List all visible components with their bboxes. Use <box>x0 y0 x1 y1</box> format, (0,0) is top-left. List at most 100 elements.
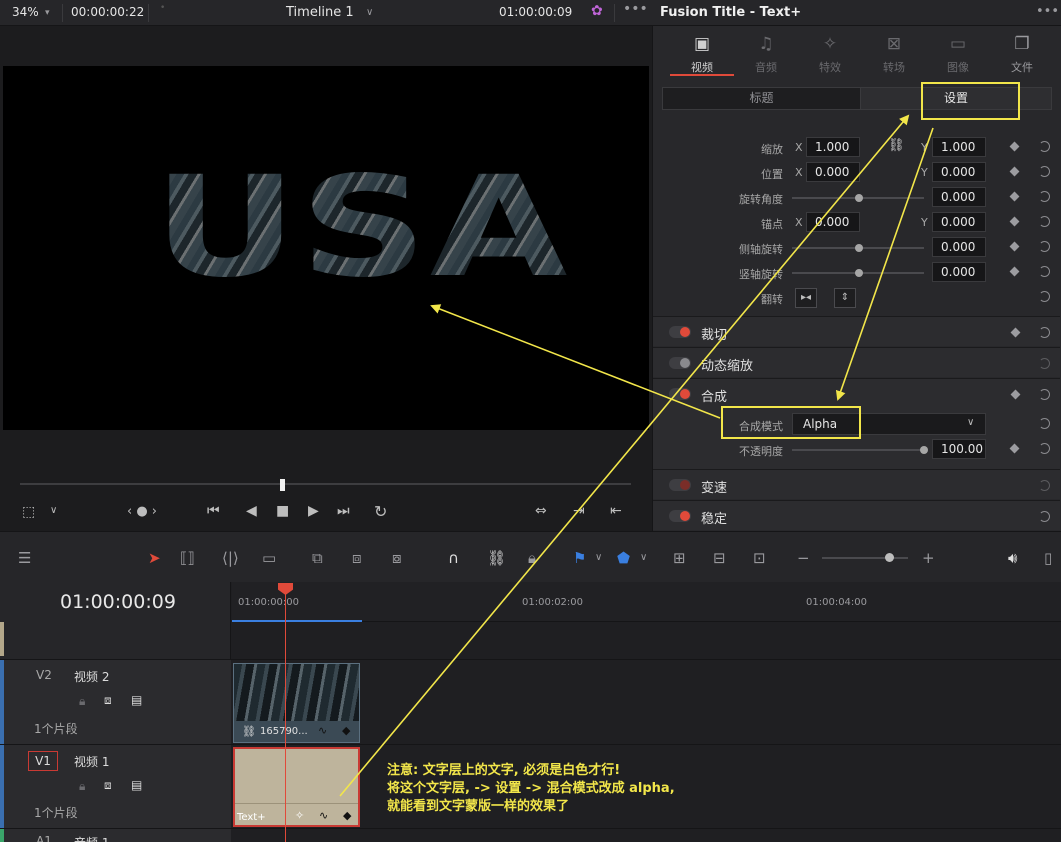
reset-icon[interactable] <box>1039 191 1050 202</box>
position-y-field[interactable]: 0.000 <box>932 162 986 182</box>
tab-effects[interactable]: 特效 <box>805 59 855 75</box>
zoom-in-icon[interactable]: + <box>922 549 935 567</box>
video-preview[interactable]: USA <box>3 66 649 430</box>
zoom-out-icon[interactable]: − <box>797 549 810 567</box>
replace-clip-icon[interactable]: ⧇ <box>392 549 402 567</box>
track-id[interactable]: V2 <box>36 668 52 682</box>
composite-toggle[interactable] <box>669 388 691 400</box>
yaw-slider-handle[interactable] <box>855 269 863 277</box>
next-edit-icon[interactable]: ⇥ <box>573 503 585 519</box>
skip-to-start-icon[interactable]: ⏮ <box>207 503 220 519</box>
yaw-field[interactable]: 0.000 <box>932 262 986 282</box>
zoom-fit-icon[interactable]: ⊞ <box>673 549 686 567</box>
reset-icon[interactable] <box>1039 216 1050 227</box>
clip-video[interactable]: ⛓ 165790... ∿ ◆ <box>233 663 360 743</box>
lock-icon[interactable]: 🔒︎ <box>528 549 536 567</box>
zoom-level[interactable]: 34% <box>12 5 39 19</box>
film-strip-icon[interactable]: ▤ <box>131 778 142 792</box>
viewer-mode-icon[interactable]: ⬚ <box>22 504 35 520</box>
tab-image[interactable]: 图像 <box>933 59 983 75</box>
link-icon[interactable]: ⛓ <box>888 138 905 153</box>
playhead-line[interactable] <box>285 592 286 842</box>
flip-vertical-icon[interactable]: ⇕ <box>834 288 856 308</box>
color-wheel-icon[interactable]: ✿ <box>591 3 603 19</box>
reset-icon[interactable] <box>1039 166 1050 177</box>
reset-icon[interactable] <box>1039 358 1050 369</box>
play-icon[interactable]: ▶ <box>308 503 319 519</box>
reset-icon[interactable] <box>1039 241 1050 252</box>
keyframe-icon[interactable] <box>1010 327 1021 338</box>
keyframe-icon[interactable]: ◆ <box>343 809 351 822</box>
zoom-y-field[interactable]: 1.000 <box>932 137 986 157</box>
trim-tool-icon[interactable]: ⟦⟧ <box>180 549 195 567</box>
reset-icon[interactable] <box>1039 480 1050 491</box>
track-id[interactable]: V1 <box>28 751 58 771</box>
position-x-field[interactable]: 0.000 <box>806 162 860 182</box>
track-name[interactable]: 音频 1 <box>74 834 109 842</box>
auto-select-icon[interactable]: ⧈ <box>104 693 112 708</box>
match-frame-icon[interactable]: ⇔ <box>535 503 547 519</box>
selection-tool-icon[interactable]: ➤ <box>148 549 161 567</box>
more-options-icon[interactable]: ••• <box>623 1 648 17</box>
film-strip-icon[interactable]: ▤ <box>131 693 142 707</box>
keyframe-icon[interactable]: ◆ <box>342 724 350 737</box>
chevron-down-icon[interactable]: ▾ <box>45 8 50 18</box>
section-dynamic-zoom[interactable]: 动态缩放 <box>653 347 1060 377</box>
tab-audio[interactable]: 音频 <box>741 59 791 75</box>
opacity-slider[interactable] <box>792 449 924 451</box>
tab-file[interactable]: 文件 <box>997 59 1047 75</box>
reset-icon[interactable] <box>1039 418 1050 429</box>
loop-icon[interactable]: ↻ <box>374 502 387 521</box>
timeline-view-options-icon[interactable]: ☰ <box>18 549 31 567</box>
section-speed[interactable]: 变速 <box>653 469 1060 499</box>
blade-tool-icon[interactable]: ▭ <box>262 549 276 567</box>
dynamic-zoom-toggle[interactable] <box>669 357 691 369</box>
image-icon[interactable]: ▭ <box>933 34 983 54</box>
lock-icon[interactable]: 🔒︎ <box>79 779 85 794</box>
chevron-down-icon[interactable]: ∨ <box>366 7 373 18</box>
curve-icon[interactable]: ∿ <box>319 809 328 822</box>
reset-icon[interactable] <box>1039 327 1050 338</box>
track-name[interactable]: 视频 1 <box>74 753 109 770</box>
reset-icon[interactable] <box>1039 389 1050 400</box>
timeline-timecode-display[interactable]: 01:00:00:09 <box>60 591 176 613</box>
audio-meter-icon[interactable]: ▯ <box>1044 549 1052 567</box>
chevron-down-icon[interactable]: ∨ <box>595 552 602 563</box>
dynamic-trim-icon[interactable]: ⟨|⟩ <box>222 549 239 567</box>
play-reverse-icon[interactable]: ◀ <box>246 503 257 519</box>
timeline-ruler[interactable]: 01:00:00:00 01:00:02:00 01:00:04:00 <box>232 582 1061 622</box>
chevron-down-icon[interactable]: ∨ <box>50 505 57 516</box>
opacity-slider-handle[interactable] <box>920 446 928 454</box>
anchor-x-field[interactable]: 0.000 <box>806 212 860 232</box>
track-id[interactable]: A1 <box>36 834 52 842</box>
section-crop[interactable]: 裁切 <box>653 316 1060 346</box>
subtab-title[interactable]: 标题 <box>663 88 861 109</box>
zoom-slider-handle[interactable] <box>885 553 894 562</box>
stop-icon[interactable]: ■ <box>276 503 289 519</box>
auto-select-icon[interactable]: ⧈ <box>104 778 112 793</box>
rotation-slider-handle[interactable] <box>855 194 863 202</box>
overwrite-clip-icon[interactable]: ⧈ <box>352 549 362 567</box>
flip-horizontal-icon[interactable]: ▸◂ <box>795 288 817 308</box>
prev-edit-icon[interactable]: ⇤ <box>610 503 622 519</box>
reset-icon[interactable] <box>1039 291 1050 302</box>
pitch-slider-handle[interactable] <box>855 244 863 252</box>
zoom-custom-icon[interactable]: ⊡ <box>753 549 766 567</box>
sparkle-icon[interactable]: ✧ <box>295 809 304 822</box>
snapping-icon[interactable]: ∩ <box>448 549 459 567</box>
link-icon[interactable]: ⛓ <box>487 549 506 567</box>
speed-toggle[interactable] <box>669 479 691 491</box>
insert-clip-icon[interactable]: ⧉ <box>312 549 323 567</box>
skip-to-end-icon[interactable]: ⏭ <box>337 503 350 519</box>
curve-icon[interactable]: ∿ <box>318 724 327 737</box>
opacity-field[interactable]: 100.00 <box>932 439 986 459</box>
keyframe-icon[interactable] <box>1010 389 1021 400</box>
zoom-detail-icon[interactable]: ⊟ <box>713 549 726 567</box>
more-options-icon[interactable]: ••• <box>1036 4 1059 19</box>
jog-control-icon[interactable]: ‹ ● › <box>127 504 157 519</box>
timeline-name[interactable]: Timeline 1 <box>286 5 354 20</box>
crop-toggle[interactable] <box>669 326 691 338</box>
music-icon[interactable]: ♫ <box>741 34 791 54</box>
scrub-handle[interactable] <box>280 479 285 491</box>
tab-video[interactable]: 视频 <box>677 59 727 75</box>
